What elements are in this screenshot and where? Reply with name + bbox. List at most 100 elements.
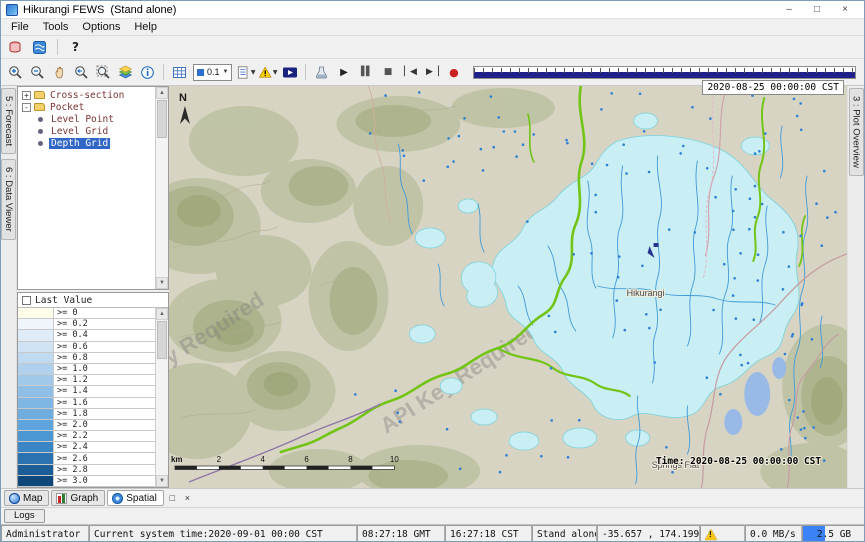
grid-display-button[interactable] bbox=[169, 62, 190, 82]
zoom-previous-button[interactable] bbox=[71, 62, 92, 82]
zoom-out-icon bbox=[30, 65, 45, 80]
scroll-track[interactable] bbox=[156, 320, 168, 475]
filter-panel: +Cross-section-PocketLevel PointLevel Gr… bbox=[17, 86, 169, 488]
legend-label: >= 2.0 bbox=[54, 420, 155, 430]
legend-row: >= 1.6 bbox=[18, 398, 155, 409]
dock-tab-6-data-viewer[interactable]: 6 : Data Viewer bbox=[1, 159, 16, 240]
collapse-icon[interactable]: - bbox=[22, 103, 31, 112]
legend-swatch bbox=[18, 353, 54, 363]
display-tab-graph[interactable]: Graph bbox=[51, 490, 105, 506]
dock-tab-5-forecast[interactable]: 5 : Forecast bbox=[1, 88, 16, 154]
legend-row: >= 0 bbox=[18, 308, 155, 319]
tree-item-level-point[interactable]: Level Point bbox=[18, 113, 155, 125]
zoom-in-button[interactable] bbox=[5, 62, 26, 82]
warning-icon[interactable]: ! bbox=[705, 529, 717, 540]
legend-label: >= 2.8 bbox=[54, 465, 155, 475]
status-text: 16:27:18 CST bbox=[450, 529, 519, 540]
minimize-button[interactable]: – bbox=[775, 2, 803, 18]
legend-scrollbar[interactable]: ▲ ▼ bbox=[155, 308, 168, 487]
step-last-button[interactable]: ▶▕ bbox=[421, 62, 442, 82]
display-tab-map[interactable]: Map bbox=[4, 490, 49, 506]
scroll-down-icon[interactable]: ▼ bbox=[156, 475, 168, 487]
legend-row: >= 2.2 bbox=[18, 431, 155, 442]
scroll-track[interactable] bbox=[156, 99, 168, 277]
logs-button[interactable]: Logs bbox=[4, 509, 45, 523]
maximize-button[interactable]: □ bbox=[803, 2, 831, 18]
status-coordinates: -35.657 , 174.199 bbox=[597, 525, 700, 542]
profile-tool-button[interactable] bbox=[311, 62, 332, 82]
legend-swatch bbox=[18, 476, 54, 486]
tree-scrollbar[interactable]: ▲ ▼ bbox=[155, 87, 168, 289]
info-button[interactable] bbox=[137, 62, 158, 82]
status-throughput: 0.0 MB/s bbox=[745, 525, 802, 542]
legend-label: >= 1.8 bbox=[54, 409, 155, 419]
dot-icon bbox=[38, 141, 43, 146]
menu-tools[interactable]: Tools bbox=[36, 20, 76, 34]
legend-chip-icon bbox=[197, 69, 204, 76]
menu-options[interactable]: Options bbox=[75, 20, 127, 34]
current-time-display: 2020-08-25 00:00:00 CST bbox=[702, 80, 844, 95]
zoom-out-button[interactable] bbox=[27, 62, 48, 82]
scroll-thumb[interactable] bbox=[157, 321, 167, 359]
svg-text:10: 10 bbox=[390, 455, 399, 464]
document-icon bbox=[236, 65, 250, 80]
time-slider[interactable] bbox=[473, 66, 856, 79]
help-button[interactable]: ? bbox=[65, 37, 86, 57]
animation-button[interactable] bbox=[279, 62, 300, 82]
status-gmt-time: 08:27:18 GMT bbox=[357, 525, 445, 542]
pan-button[interactable] bbox=[49, 62, 70, 82]
menu-help[interactable]: Help bbox=[127, 20, 164, 34]
tab-label: Map bbox=[23, 493, 42, 504]
scroll-thumb[interactable] bbox=[157, 100, 167, 138]
scroll-up-icon[interactable]: ▲ bbox=[156, 308, 168, 320]
scroll-down-icon[interactable]: ▼ bbox=[156, 277, 168, 289]
legend-swatch bbox=[18, 330, 54, 340]
zoom-extent-button[interactable] bbox=[93, 62, 114, 82]
tree-item-cross-section[interactable]: +Cross-section bbox=[18, 89, 155, 101]
legend-label: >= 0 bbox=[54, 308, 155, 318]
database-button[interactable] bbox=[5, 37, 26, 57]
tree-item-label: Level Grid bbox=[49, 126, 110, 137]
tree-item-level-grid[interactable]: Level Grid bbox=[18, 125, 155, 137]
close-panel-button[interactable]: × bbox=[181, 491, 194, 505]
play-button[interactable]: ▶ bbox=[333, 62, 354, 82]
scroll-up-icon[interactable]: ▲ bbox=[156, 87, 168, 99]
expand-icon[interactable]: + bbox=[22, 91, 31, 100]
legend-row: >= 2.8 bbox=[18, 465, 155, 476]
toolbar-separator bbox=[305, 64, 306, 80]
globe-icon bbox=[9, 493, 20, 504]
dock-tab-3-plot-overview[interactable]: 3 : Plot Overview bbox=[849, 88, 864, 176]
maximize-panel-button[interactable]: □ bbox=[166, 491, 179, 505]
step-first-button[interactable]: ▏◀ bbox=[399, 62, 420, 82]
map-view[interactable]: API Key Required API Key Required bbox=[169, 86, 847, 488]
layers-button[interactable] bbox=[115, 62, 136, 82]
warning-filter-button[interactable]: ▼ bbox=[257, 62, 278, 82]
status-text: 08:27:18 GMT bbox=[362, 529, 431, 540]
explorer-button[interactable] bbox=[29, 37, 50, 57]
legend-swatch bbox=[18, 431, 54, 441]
legend-swatch bbox=[18, 453, 54, 463]
chevron-down-icon: ▼ bbox=[223, 69, 229, 75]
status-bar: AdministratorCurrent system time:2020-09… bbox=[1, 524, 864, 542]
close-button[interactable]: × bbox=[831, 2, 859, 18]
status-local-time: 16:27:18 CST bbox=[445, 525, 532, 542]
legend-swatch bbox=[18, 465, 54, 475]
folder-icon bbox=[34, 91, 45, 99]
tree-item-pocket[interactable]: -Pocket bbox=[18, 101, 155, 113]
stop-button[interactable]: ■ bbox=[377, 62, 398, 82]
legend-row: >= 3.0 bbox=[18, 476, 155, 487]
legend-row: >= 0.8 bbox=[18, 353, 155, 364]
map-canvas[interactable]: API Key Required API Key Required bbox=[169, 86, 847, 488]
chart-icon bbox=[56, 493, 67, 504]
record-button[interactable]: ● bbox=[443, 62, 464, 82]
display-list-button[interactable]: ▼ bbox=[235, 62, 256, 82]
status-memory: 2.5 GB bbox=[802, 525, 865, 542]
menu-file[interactable]: File bbox=[4, 20, 36, 34]
dot-icon bbox=[38, 117, 43, 122]
last-value-checkbox[interactable] bbox=[22, 296, 31, 305]
pause-button[interactable]: ▌▌ bbox=[355, 62, 376, 82]
display-tab-spatial[interactable]: Spatial bbox=[107, 490, 164, 506]
title-bar[interactable]: Hikurangi FEWS (Stand alone) – □ × bbox=[1, 1, 864, 19]
scale-value-select[interactable]: 0.1 ▼ bbox=[193, 64, 232, 81]
tree-item-depth-grid[interactable]: Depth Grid bbox=[18, 137, 155, 149]
